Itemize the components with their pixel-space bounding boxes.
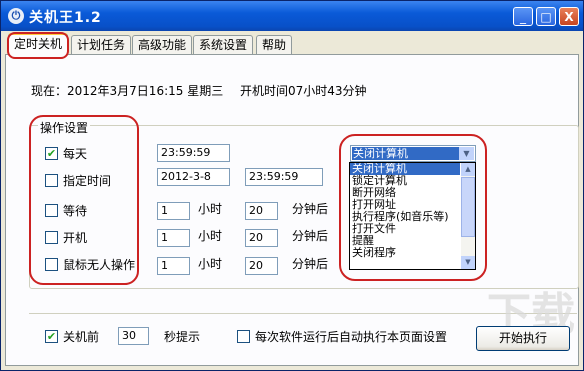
specific-date-field[interactable]: 2012-3-8 xyxy=(157,168,230,186)
tab-help[interactable]: 帮助 xyxy=(256,35,293,54)
boot-minutes-field[interactable]: 20 xyxy=(245,229,278,247)
prompt-label: 关机前 xyxy=(63,330,100,344)
auto-run-label: 每次软件运行后自动执行本页面设置 xyxy=(255,330,448,344)
close-button[interactable]: X xyxy=(559,7,579,26)
start-button[interactable]: 开始执行 xyxy=(476,326,570,351)
now-label: 现在： xyxy=(31,84,68,98)
tab-advanced[interactable]: 高级功能 xyxy=(132,35,193,54)
app-window: ⏻ 关机王1.2 _ □ X 定时关机 计划任务 高级功能 系统设置 帮助 现在… xyxy=(0,0,584,371)
auto-run-checkbox[interactable] xyxy=(237,330,250,343)
mouse-idle-hours-unit: 小时 xyxy=(198,257,223,271)
prompt-suffix: 秒提示 xyxy=(164,330,201,344)
prompt-checkbox[interactable]: ✔ xyxy=(45,330,58,343)
wait-hours-unit: 小时 xyxy=(198,202,223,216)
action-highlight xyxy=(339,134,487,281)
options-highlight xyxy=(29,115,139,285)
wait-minutes-unit: 分钟后 xyxy=(292,202,329,216)
prompt-seconds-field[interactable]: 30 xyxy=(118,327,149,345)
tab-highlight xyxy=(7,32,69,59)
power-icon: ⏻ xyxy=(8,8,24,24)
mouse-idle-minutes-unit: 分钟后 xyxy=(292,257,329,271)
tab-system-settings[interactable]: 系统设置 xyxy=(193,35,254,54)
window-title: 关机王1.2 xyxy=(29,10,102,26)
minimize-button[interactable]: _ xyxy=(513,7,533,26)
tab-scheduled-tasks[interactable]: 计划任务 xyxy=(71,35,132,54)
title-bar[interactable]: ⏻ 关机王1.2 _ □ X xyxy=(1,1,583,31)
daily-time-field[interactable]: 23:59:59 xyxy=(157,144,230,162)
uptime-text: 开机时间07小时43分钟 xyxy=(240,84,367,98)
boot-minutes-unit: 分钟后 xyxy=(292,229,329,243)
mouse-idle-hours-field[interactable]: 1 xyxy=(157,257,190,275)
specific-time-field[interactable]: 23:59:59 xyxy=(245,168,323,186)
now-value: 2012年3月7日16:15 星期三 xyxy=(67,84,224,98)
boot-hours-unit: 小时 xyxy=(198,229,223,243)
maximize-button[interactable]: □ xyxy=(536,7,556,26)
boot-hours-field[interactable]: 1 xyxy=(157,229,190,247)
mouse-idle-minutes-field[interactable]: 20 xyxy=(245,257,278,275)
wait-hours-field[interactable]: 1 xyxy=(157,202,190,220)
wait-minutes-field[interactable]: 20 xyxy=(245,202,278,220)
